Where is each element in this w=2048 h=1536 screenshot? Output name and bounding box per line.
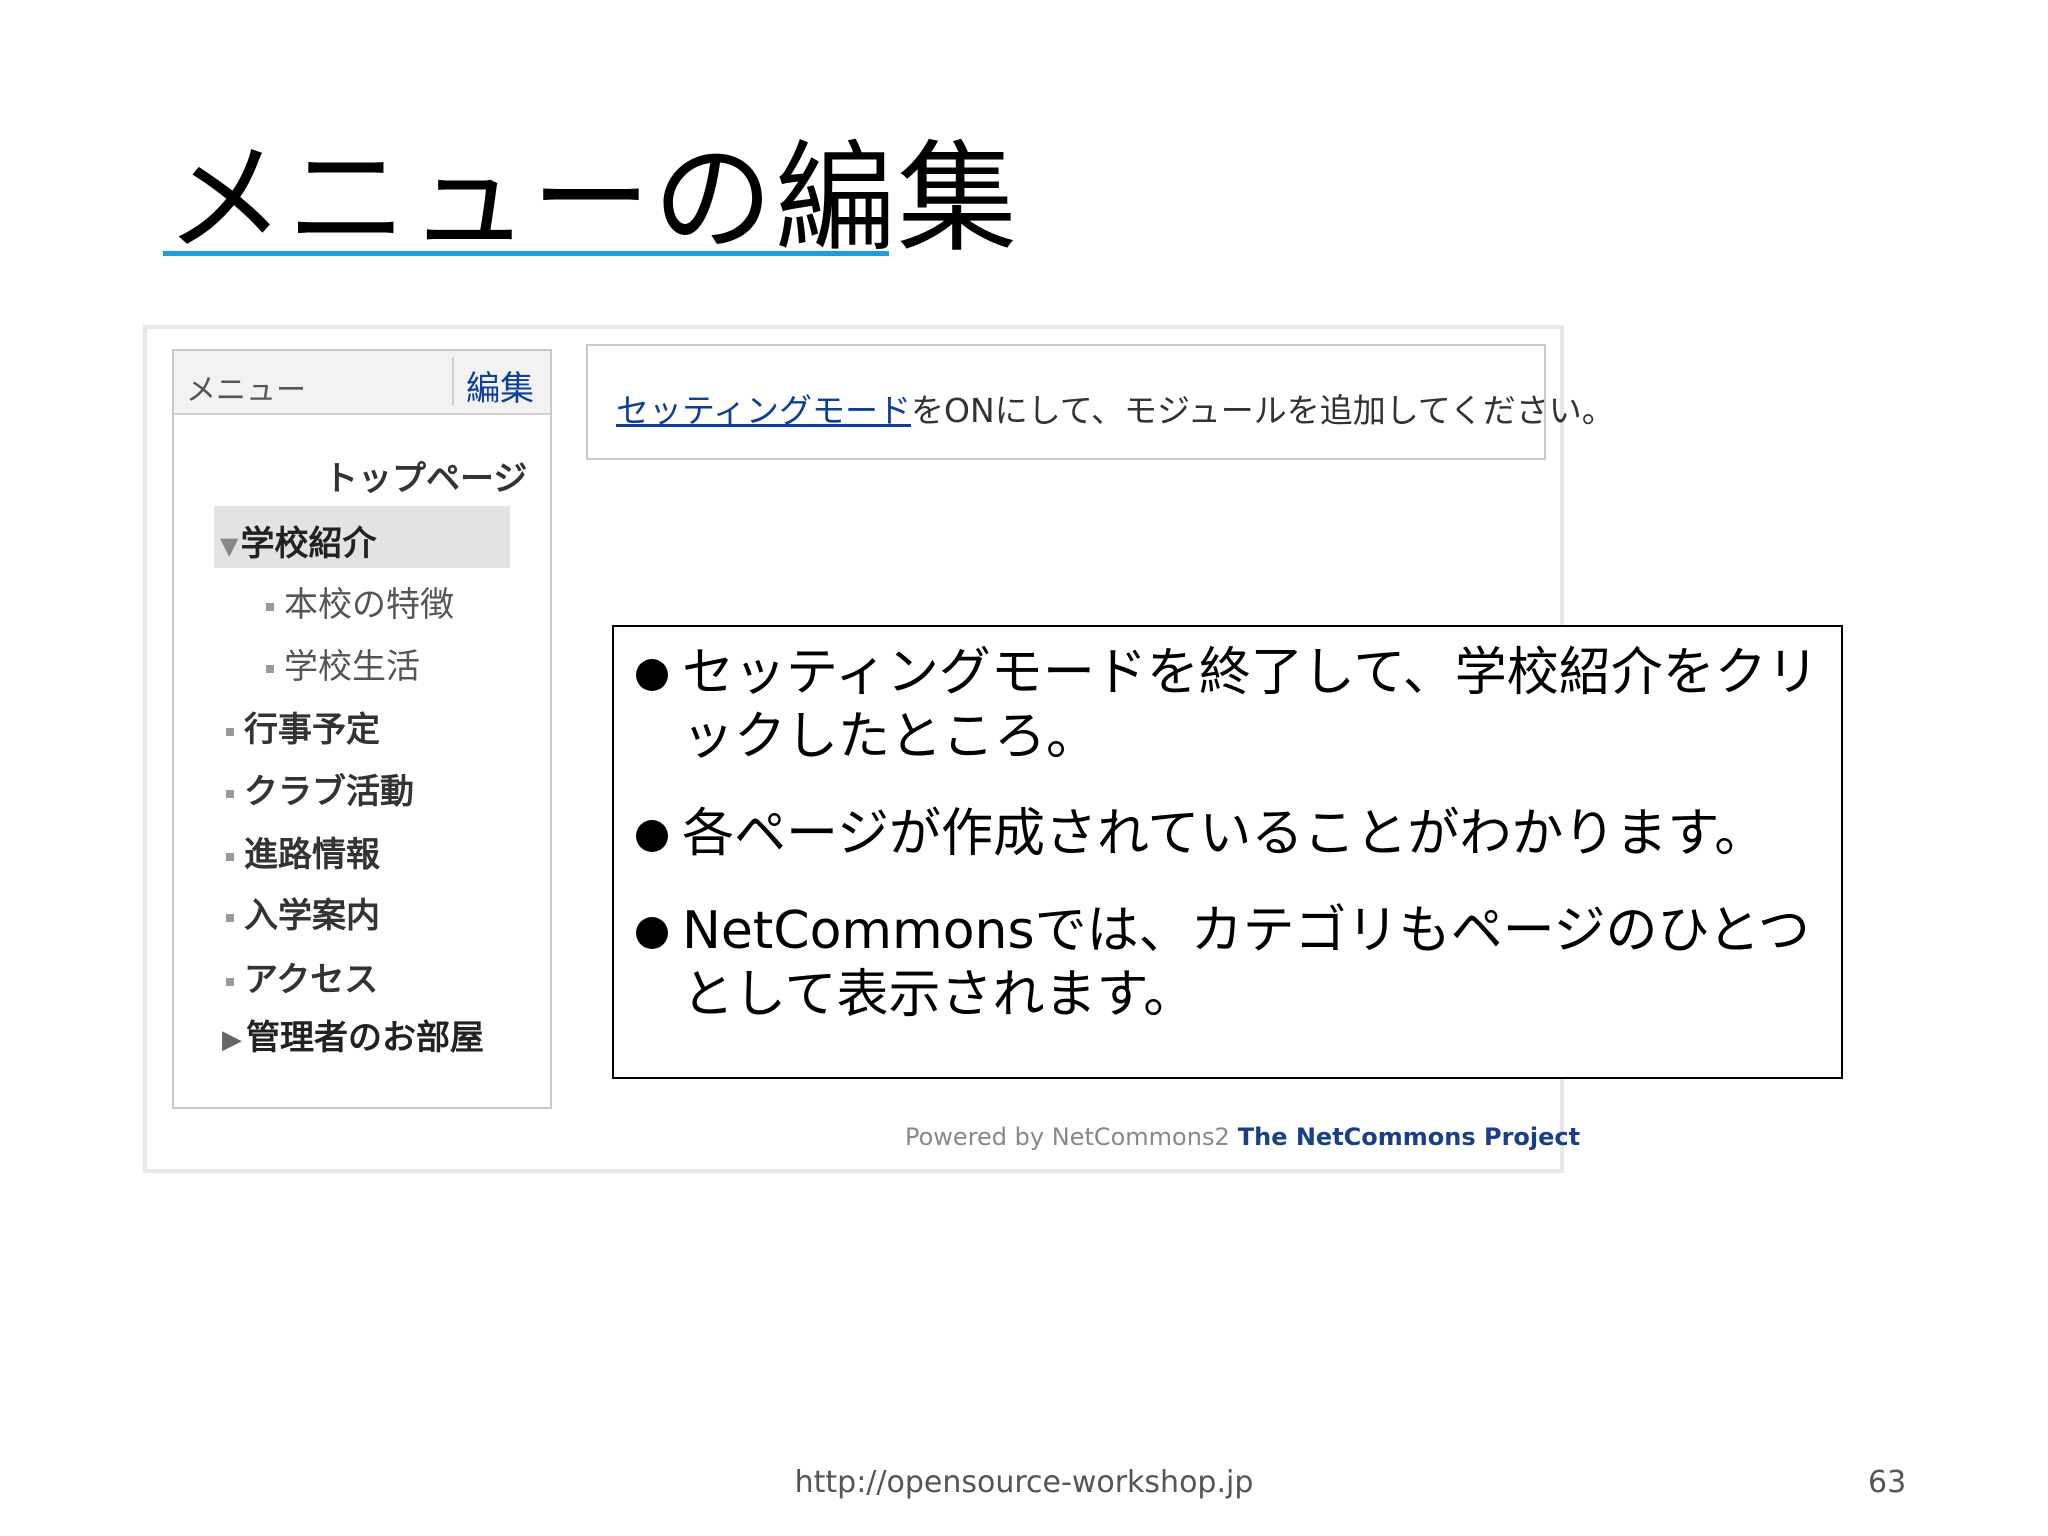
- bullet-icon: [226, 913, 234, 922]
- explanation-callout: セッティングモードを終了して、学校紹介をクリックしたところ。 各ページが作成され…: [612, 625, 1843, 1079]
- menu-item-events[interactable]: 行事予定: [226, 702, 380, 751]
- setting-mode-link[interactable]: セッティングモード: [616, 391, 911, 430]
- menu-item-school-intro[interactable]: ▼学校紹介: [214, 506, 510, 568]
- menu-item-label: トップページ: [324, 459, 528, 499]
- notice-box: セッティングモードをONにして、モジュールを追加してください。: [586, 344, 1615, 460]
- menu-edit-link[interactable]: 編集: [466, 361, 534, 410]
- menu-item-school-life[interactable]: 学校生活: [266, 639, 420, 688]
- menu-item-access[interactable]: アクセス: [226, 952, 378, 1001]
- callout-bullet-text: 各ページが作成されていることがわかります。: [682, 804, 1767, 864]
- menu-item-admission[interactable]: 入学案内: [226, 888, 380, 937]
- callout-bullet: 各ページが作成されていることがわかります。: [636, 802, 1826, 866]
- callout-bullet: NetCommonsでは、カテゴリもページのひとつとして表示されます。: [636, 899, 1826, 1027]
- menu-item-features[interactable]: 本校の特徴: [266, 577, 454, 626]
- menu-item-label: 管理者のお部屋: [246, 1018, 484, 1058]
- slide-footer-url: http://opensource-workshop.jp: [794, 1465, 1254, 1500]
- powered-by-text: Powered by NetCommons2: [905, 1123, 1230, 1151]
- powered-by-footer: Powered by NetCommons2 The NetCommons Pro…: [905, 1123, 1580, 1151]
- menu-item-label: 本校の特徴: [284, 585, 454, 625]
- netcommons-project-link[interactable]: The NetCommons Project: [1238, 1123, 1580, 1151]
- bullet-icon: [266, 602, 274, 611]
- collapsed-triangle-icon: ▶: [222, 1024, 242, 1055]
- menu-item-label: 学校紹介: [240, 524, 377, 564]
- callout-bullet-text: NetCommonsでは、カテゴリもページのひとつとして表示されます。: [682, 901, 1810, 1025]
- menu-item-label: 進路情報: [244, 835, 380, 875]
- menu-header: メニュー 編集: [174, 351, 550, 415]
- menu-item-label: 行事予定: [244, 710, 380, 750]
- menu-panel: メニュー 編集 トップページ ▼学校紹介 本校の特徴 学校生活 行事予定 クラブ…: [172, 349, 552, 1109]
- expand-triangle-icon: ▼: [220, 531, 239, 560]
- bullet-icon: [226, 977, 234, 986]
- bullet-dot-icon: [636, 917, 668, 949]
- menu-item-top-page[interactable]: トップページ: [324, 451, 527, 500]
- menu-header-title: メニュー: [186, 373, 306, 408]
- bullet-icon: [226, 727, 234, 736]
- menu-item-club[interactable]: クラブ活動: [226, 764, 414, 813]
- menu-item-label: アクセス: [244, 960, 379, 1000]
- bullet-icon: [226, 789, 234, 798]
- callout-list: セッティングモードを終了して、学校紹介をクリックしたところ。 各ページが作成され…: [636, 641, 1826, 1060]
- menu-item-label: 入学案内: [244, 896, 380, 936]
- bullet-icon: [226, 852, 234, 861]
- menu-header-divider: [452, 357, 454, 405]
- menu-item-admin-room[interactable]: ▶ 管理者のお部屋: [222, 1010, 484, 1059]
- title-underline: [163, 251, 889, 256]
- notice-rest-text: をONにして、モジュールを追加してください。: [911, 391, 1615, 430]
- bullet-dot-icon: [636, 659, 668, 691]
- slide-title: メニューの編集: [165, 130, 1019, 269]
- menu-item-label: 学校生活: [284, 647, 420, 687]
- menu-item-label: クラブ活動: [244, 772, 414, 812]
- slide-page-number: 63: [1868, 1465, 1907, 1500]
- notice-text: セッティングモードをONにして、モジュールを追加してください。: [616, 384, 1615, 432]
- callout-bullet: セッティングモードを終了して、学校紹介をクリックしたところ。: [636, 641, 1826, 769]
- bullet-dot-icon: [636, 820, 668, 852]
- bullet-icon: [266, 664, 274, 673]
- callout-bullet-text: セッティングモードを終了して、学校紹介をクリックしたところ。: [682, 643, 1819, 767]
- menu-item-career[interactable]: 進路情報: [226, 827, 380, 876]
